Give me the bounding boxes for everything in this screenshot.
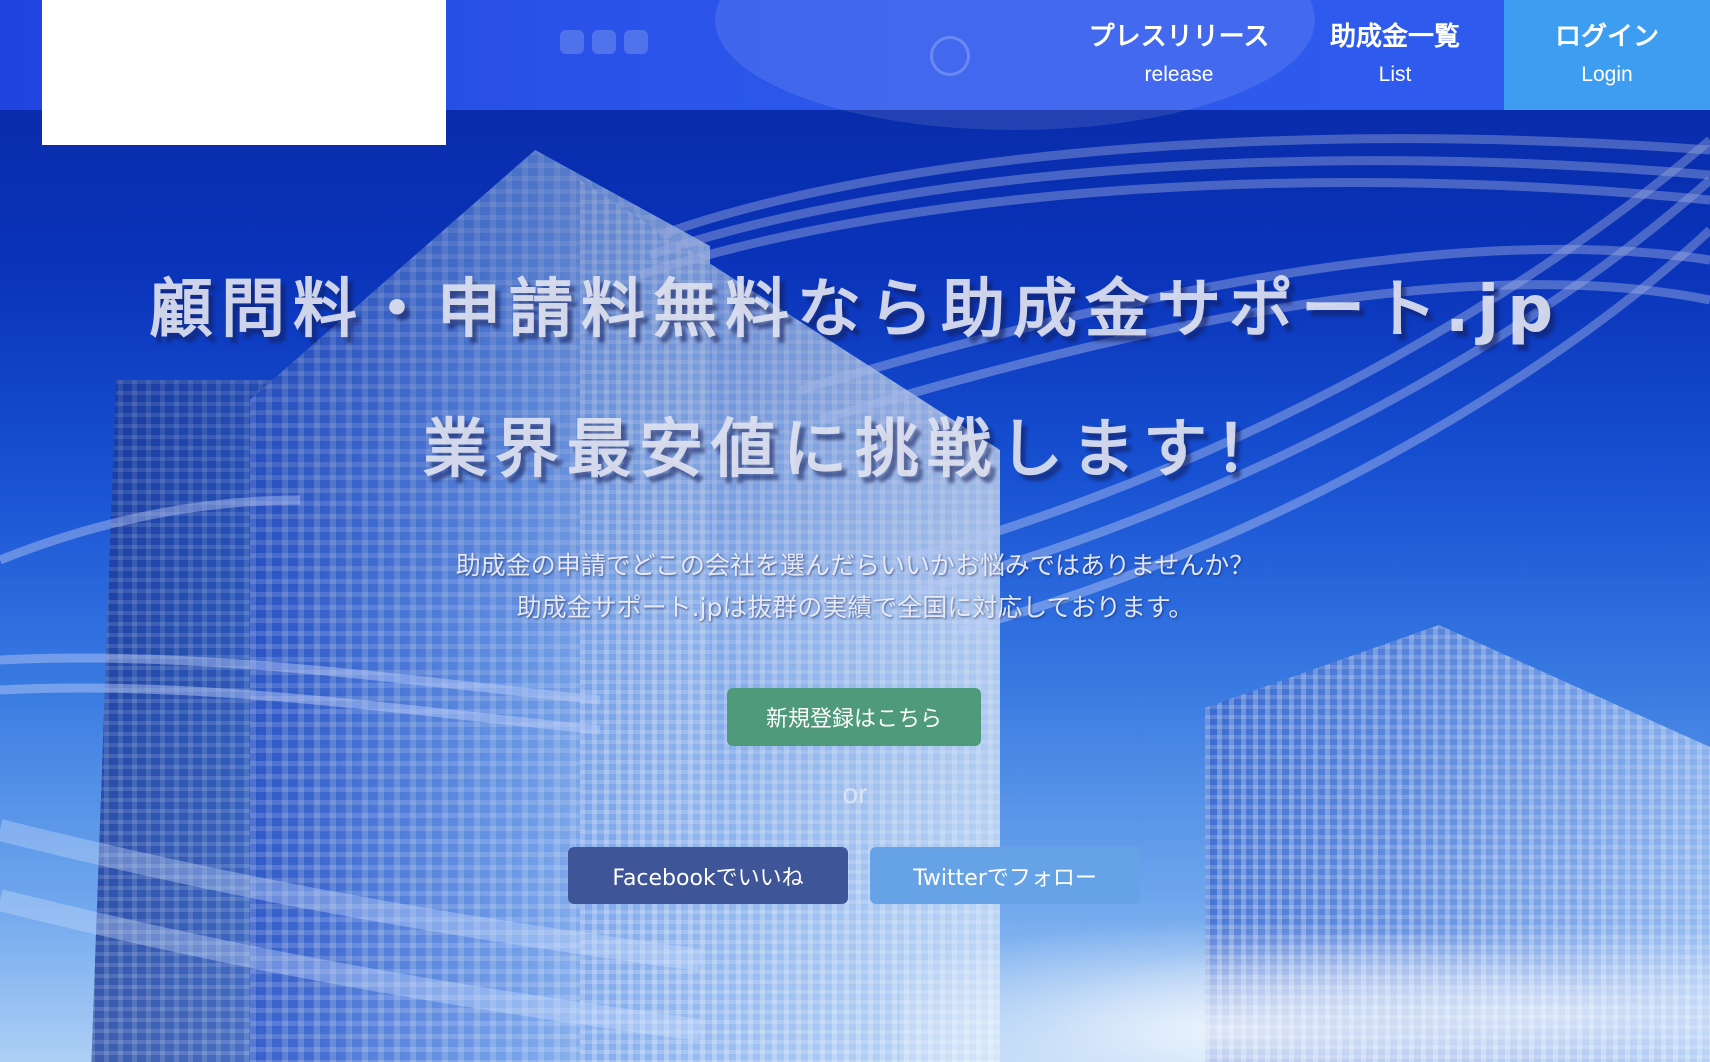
- nav-item-login[interactable]: ログイン Login: [1504, 0, 1710, 110]
- decor-square-icon: [592, 30, 616, 54]
- nav-item-sublabel: List: [1378, 63, 1412, 86]
- globe-icon: [930, 36, 970, 76]
- register-button[interactable]: 新規登録はこちら: [727, 688, 981, 746]
- background-overlay: [0, 0, 1710, 1062]
- page: プレスリリース release 助成金一覧 List ログイン Login 顧問…: [0, 0, 1710, 1062]
- nav-item-sublabel: Login: [1581, 63, 1633, 86]
- main-nav: プレスリリース release 助成金一覧 List ログイン Login: [1076, 0, 1710, 110]
- nav-item-release[interactable]: プレスリリース release: [1076, 0, 1282, 110]
- facebook-like-button[interactable]: Facebookでいいね: [568, 847, 848, 904]
- decor-square-icon: [624, 30, 648, 54]
- nav-item-label: ログイン: [1554, 22, 1659, 52]
- or-separator: or: [842, 778, 868, 809]
- decor-square-icon: [560, 30, 584, 54]
- twitter-follow-button[interactable]: Twitterでフォロー: [870, 847, 1140, 904]
- header-decoration-icons: [560, 30, 648, 54]
- hero-description-line: 助成金の申請でどこの会社を選んだらいいかお悩みではありませんか？: [455, 551, 1255, 580]
- nav-item-label: プレスリリース: [1088, 22, 1270, 52]
- hero-background-image: [0, 0, 1710, 1062]
- nav-item-label: 助成金一覧: [1329, 22, 1460, 52]
- nav-item-sublabel: release: [1144, 63, 1214, 86]
- hero-description-line: 助成金サポート.jpは抜群の実績で全国に対応しております。: [516, 593, 1194, 622]
- site-logo[interactable]: [42, 0, 446, 145]
- hero-description: 助成金の申請でどこの会社を選んだらいいかお悩みではありませんか？ 助成金サポート…: [0, 545, 1710, 629]
- hero-subheadline: 業界最安値に挑戦します！: [423, 413, 1287, 487]
- hero-headline: 顧問料・申請料無料なら助成金サポート.jp: [148, 273, 1562, 347]
- nav-item-list[interactable]: 助成金一覧 List: [1298, 0, 1492, 110]
